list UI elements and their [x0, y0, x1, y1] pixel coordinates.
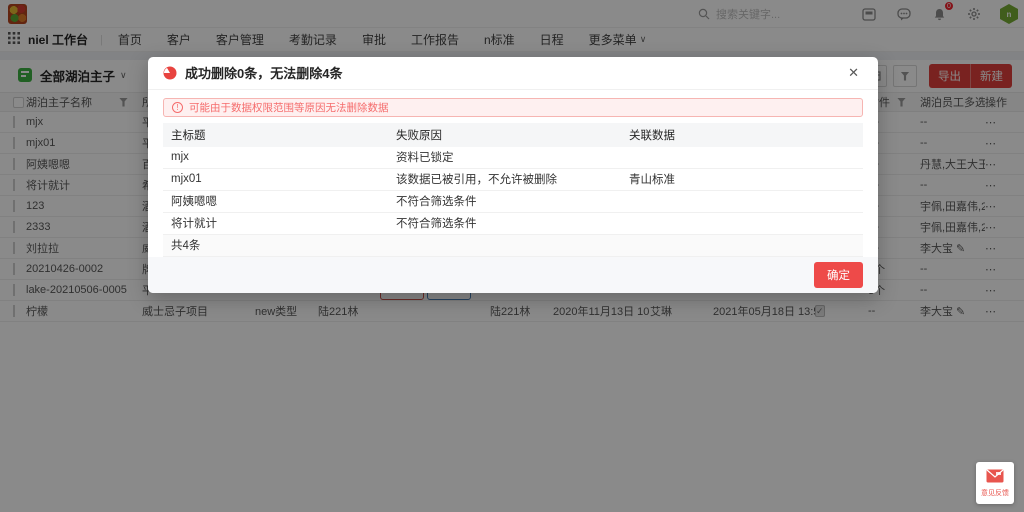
delete-result-modal: 成功删除0条，无法删除4条 ✕ ! 可能由于数据权限范围等原因无法删除数据 主标…: [148, 57, 878, 293]
modal-alert-text: 可能由于数据权限范围等原因无法删除数据: [189, 100, 389, 115]
modal-table-header: 主标题 失败原因 关联数据: [163, 123, 863, 147]
modal-footer: 确定: [148, 257, 878, 293]
feedback-widget[interactable]: 意见反馈: [976, 462, 1014, 504]
confirm-button[interactable]: 确定: [814, 262, 863, 288]
modal-col-related: 关联数据: [621, 127, 863, 143]
modal-table-row: 阿姨嗯嗯 不符合筛选条件: [163, 191, 863, 213]
envelope-icon: [986, 469, 1004, 486]
modal-alert: ! 可能由于数据权限范围等原因无法删除数据: [163, 98, 863, 117]
modal-table: 主标题 失败原因 关联数据 mjx 资料已锁定 mjx01 该数据已被引用，不允…: [163, 123, 863, 257]
modal-col-reason: 失败原因: [388, 127, 621, 143]
close-icon[interactable]: ✕: [844, 63, 863, 83]
delete-result-icon: [163, 66, 177, 80]
feedback-label: 意见反馈: [981, 488, 1009, 498]
warning-icon: !: [172, 102, 183, 113]
modal-table-row: mjx01 该数据已被引用，不允许被删除 青山标准: [163, 169, 863, 191]
modal-table-summary: 共4条: [163, 235, 863, 257]
modal-col-title: 主标题: [163, 127, 388, 143]
related-data-link[interactable]: 青山标准: [621, 171, 863, 187]
screen: 搜索关键字... 0 n niel 工作台 | 首页 客户 客户管理 考勤记录 …: [0, 0, 1024, 512]
modal-header: 成功删除0条，无法删除4条 ✕: [148, 57, 878, 90]
modal-table-row: 将计就计 不符合筛选条件: [163, 213, 863, 235]
modal-table-row: mjx 资料已锁定: [163, 147, 863, 169]
modal-title: 成功删除0条，无法删除4条: [185, 63, 342, 82]
